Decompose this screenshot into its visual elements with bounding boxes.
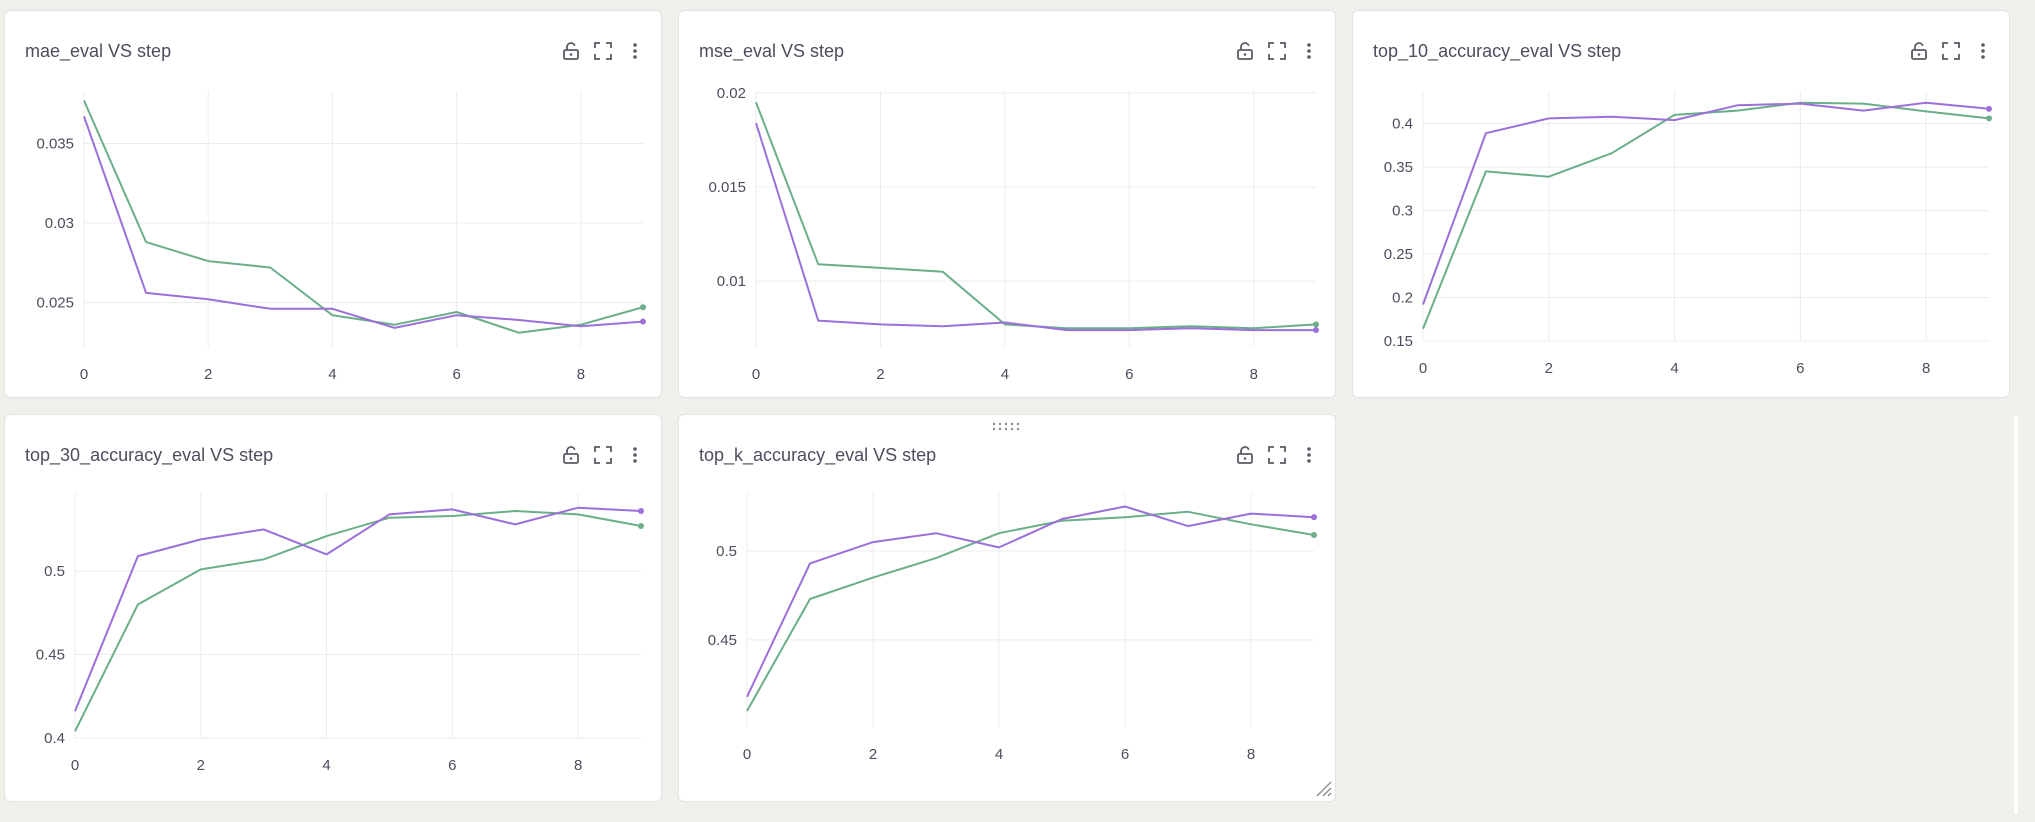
y-tick-label: 0.015 [708, 179, 746, 196]
resize-handle-icon[interactable] [1315, 780, 1333, 798]
series-end-point-2 [640, 318, 646, 325]
x-tick-label: 6 [1125, 366, 1133, 383]
y-tick-label: 0.5 [716, 543, 737, 560]
x-tick-label: 8 [1247, 746, 1255, 763]
y-tick-label: 0.45 [708, 632, 737, 649]
x-tick-label: 6 [448, 757, 456, 774]
x-tick-label: 2 [197, 757, 205, 774]
series-end-point-1 [638, 523, 644, 530]
x-tick-label: 0 [752, 366, 760, 383]
chart-panel-top-10-accuracy: top_10_accuracy_eval VS step 0 2 4 6 8 0.15 0.… [1352, 10, 2010, 398]
x-tick-label: 4 [322, 757, 330, 774]
series-end-point-1 [640, 304, 646, 311]
x-tick-label: 0 [1419, 360, 1427, 377]
x-tick-label: 6 [1121, 746, 1129, 763]
x-tick-label: 8 [577, 366, 585, 383]
x-tick-label: 2 [204, 366, 212, 383]
y-tick-label: 0.02 [717, 85, 746, 102]
x-tick-label: 8 [574, 757, 582, 774]
line-chart: 0 2 4 6 8 0.025 0.03 0.035 [36, 91, 646, 383]
x-tick-label: 4 [328, 366, 336, 383]
series-end-point-1 [1311, 531, 1317, 538]
series-end-point-1 [1986, 115, 1992, 122]
x-tick-label: 4 [1001, 366, 1009, 383]
x-tick-label: 0 [71, 757, 79, 774]
chart-panel-mae-eval: mae_eval VS step 0 2 4 6 8 0.025 0.03 0.035 [4, 10, 662, 398]
series-line-2 [755, 122, 1316, 332]
series-end-point-2 [1313, 327, 1319, 334]
y-tick-label: 0.4 [44, 730, 65, 747]
x-tick-label: 4 [995, 746, 1003, 763]
y-tick-label: 0.2 [1392, 290, 1413, 307]
series-line-1 [83, 100, 644, 334]
series-end-point-1 [1313, 321, 1319, 328]
drag-handle-icon[interactable] [992, 422, 1022, 432]
y-tick-label: 0.035 [36, 135, 74, 152]
x-tick-label: 2 [876, 366, 884, 383]
series-end-point-2 [1311, 514, 1317, 521]
y-tick-label: 0.25 [1384, 246, 1413, 263]
y-tick-label: 0.4 [1392, 116, 1413, 133]
x-tick-label: 2 [1545, 360, 1553, 377]
series-line-1 [746, 510, 1315, 712]
x-tick-label: 6 [452, 366, 460, 383]
x-tick-label: 0 [743, 746, 751, 763]
y-tick-label: 0.025 [36, 294, 74, 311]
y-tick-label: 0.35 [1384, 159, 1413, 176]
series-line-1 [755, 101, 1317, 330]
x-tick-label: 8 [1922, 360, 1930, 377]
series-line-1 [74, 510, 642, 732]
line-chart: 0 2 4 6 8 0.4 0.45 0.5 [36, 493, 644, 774]
line-chart: 0 2 4 6 8 0.01 0.015 0.02 [708, 85, 1319, 383]
line-chart: 0 2 4 6 8 0.15 0.2 0.25 0.3 0.35 0.4 [1384, 91, 1992, 377]
series-end-point-2 [1986, 105, 1992, 112]
scrollbar[interactable] [2014, 416, 2018, 814]
x-tick-label: 4 [1670, 360, 1678, 377]
y-tick-label: 0.01 [717, 273, 746, 290]
series-line-2 [83, 116, 644, 329]
y-tick-label: 0.45 [36, 647, 65, 664]
series-line-2 [746, 505, 1315, 698]
y-tick-label: 0.03 [45, 215, 74, 232]
y-tick-label: 0.15 [1384, 333, 1413, 350]
x-tick-label: 8 [1250, 366, 1258, 383]
y-tick-label: 0.5 [44, 563, 65, 580]
series-end-point-2 [638, 508, 644, 515]
series-line-1 [1422, 101, 1990, 330]
y-tick-label: 0.3 [1392, 203, 1413, 220]
x-tick-label: 6 [1796, 360, 1804, 377]
x-tick-label: 0 [80, 366, 88, 383]
chart-panel-mse-eval: mse_eval VS step 0 2 4 6 8 0.01 0.015 0.02 [678, 10, 1336, 398]
line-chart: 0 2 4 6 8 0.45 0.5 [708, 493, 1317, 763]
series-line-2 [74, 506, 642, 712]
x-tick-label: 2 [869, 746, 877, 763]
chart-panel-top-30-accuracy: top_30_accuracy_eval VS step 0 2 4 6 8 0.4 0.4… [4, 414, 662, 802]
chart-panel-top-k-accuracy: top_k_accuracy_eval VS step 0 2 4 6 8 0.45 0.5 [678, 414, 1336, 802]
series-line-2 [1422, 101, 1990, 305]
